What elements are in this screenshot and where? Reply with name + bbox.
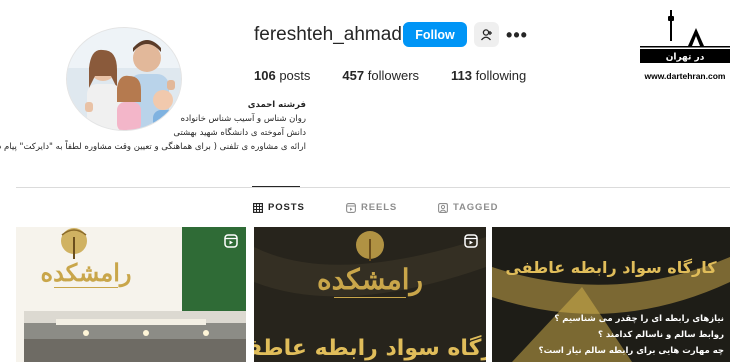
post-image: کارگاه سواد رابطه عاطفی نیازهای رابطه ای… [492,227,730,362]
tab-tagged[interactable]: TAGGED [438,202,498,213]
suggest-user-button[interactable] [474,22,499,47]
reels-icon [346,202,356,213]
stat-label: following [475,68,527,83]
post-title: کارگاه سواد رابطه عاطفی [254,334,486,361]
post-line: چه مهارت هایی برای رابطه سالم نیاز است؟ [539,346,724,356]
tab-label: POSTS [268,202,305,213]
post-line: نیازهای رابطه ای را چقدر می شناسیم ؟ [554,314,724,324]
brand-text: رامشکده [41,258,132,288]
stat-count: 113 [451,68,473,83]
stat-following[interactable]: 113 following [451,68,526,83]
profile-stats: 106 posts 457 followers 113 following [254,68,558,83]
active-tab-indicator [252,186,300,187]
reel-badge-icon [224,234,238,248]
bio-line: روان شناس و آسیب شناس خانواده [180,114,306,124]
tab-posts[interactable]: POSTS [253,202,305,213]
brand-text: رامشکده [317,263,423,297]
grid-icon [253,202,263,213]
stat-count: 106 [254,68,276,83]
dartehran-logo: در تهران [636,8,734,68]
post-thumbnail[interactable]: رامشکده [16,227,246,362]
reel-badge-icon [464,234,478,248]
profile-username: fereshteh_ahmadi_1 [254,24,428,45]
stat-label: posts [279,68,311,83]
tab-label: TAGGED [453,202,499,213]
more-options-button[interactable]: ••• [505,22,529,47]
post-image: رامشکده [16,227,246,362]
follow-button[interactable]: Follow [403,22,467,47]
bio-full-name: فرشته احمدی [247,100,306,110]
post-image: رامشکده کارگاه سواد رابطه عاطفی [254,227,486,362]
profile-tabs: POSTS REELS TAGGED [0,202,750,216]
bio-line: دانش آموخته ی دانشگاه شهید بهشتی [173,128,306,138]
stat-followers[interactable]: 457 followers [342,68,419,83]
tabs-divider [16,187,730,188]
tab-reels[interactable]: REELS [346,202,397,213]
milad-tower-logo-icon: در تهران [640,10,730,63]
post-thumbnail[interactable]: رامشکده کارگاه سواد رابطه عاطفی [254,227,486,362]
stat-count: 457 [342,68,365,83]
stat-posts[interactable]: 106 posts [254,68,310,83]
tagged-icon [438,202,448,213]
post-title: کارگاه سواد رابطه عاطفی [505,258,717,277]
tab-label: REELS [361,202,398,213]
profile-bio: فرشته احمدی روان شناس و آسیب شناس خانواد… [0,98,306,154]
stat-label: followers [367,68,420,83]
watermark-url: www.dartehran.com [644,71,726,81]
post-thumbnail[interactable]: کارگاه سواد رابطه عاطفی نیازهای رابطه ای… [492,227,730,362]
bio-line: ارائه ی مشاوره ی تلفنی ( برای هماهنگی و … [0,142,306,152]
post-line: روابط سالم و ناسالم کدامند ؟ [598,330,724,340]
logo-text: در تهران [666,53,705,63]
add-user-icon [480,28,492,40]
